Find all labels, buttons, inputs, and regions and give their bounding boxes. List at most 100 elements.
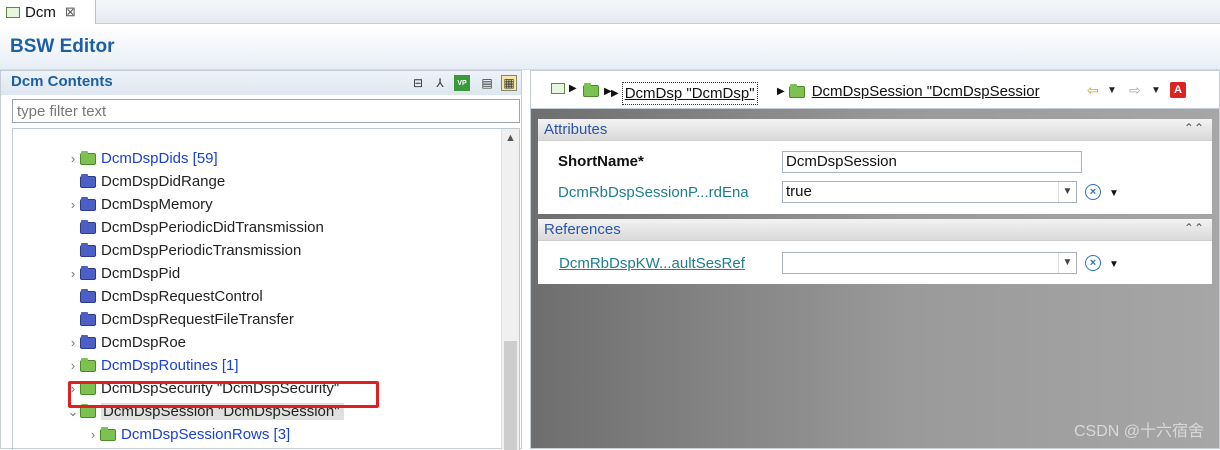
scrollbar-thumb[interactable] xyxy=(504,341,517,450)
contents-panel-title: Dcm Contents xyxy=(11,73,113,90)
shortname-field[interactable]: DcmDspSession xyxy=(782,151,1082,173)
tree-item-label: DcmDspRoe xyxy=(101,334,187,351)
tree-item[interactable]: DcmDspDidRange xyxy=(66,170,225,193)
chevron-right-icon: ▶ xyxy=(777,86,785,97)
tree-item-label: DcmDspRequestFileTransfer xyxy=(101,311,294,328)
tree-item[interactable]: › DcmDspRoe xyxy=(66,331,186,354)
tree-item[interactable]: › DcmDspMemory xyxy=(66,193,213,216)
attributes-section: Attributes ⌃⌃ ShortName* DcmDspSession D… xyxy=(538,119,1212,214)
references-title: References xyxy=(544,221,621,238)
folder-icon xyxy=(80,311,96,326)
editor-title: BSW Editor xyxy=(10,36,115,57)
folder-icon xyxy=(80,288,96,303)
tree-item-label: DcmDspDids [59] xyxy=(101,150,218,167)
folder-icon xyxy=(80,150,96,165)
document-icon[interactable]: ▤ xyxy=(479,75,495,91)
tab-dcm[interactable]: Dcm ⊠ xyxy=(0,0,96,24)
tree-item-label: DcmDspPeriodicDidTransmission xyxy=(101,219,324,236)
validation-error-icon[interactable]: A xyxy=(1170,82,1186,98)
contents-panel: Dcm Contents ⊟ ⅄ VP ▤ ▦ › DcmDspDids [59]… xyxy=(0,70,522,450)
ref-select[interactable]: ▼ xyxy=(782,252,1077,274)
chevron-down-icon[interactable]: ▼ xyxy=(1107,85,1117,96)
reset-default-icon[interactable]: × xyxy=(1085,255,1101,271)
references-header[interactable]: References ⌃⌃ xyxy=(538,219,1212,241)
tree-item[interactable]: DcmDspPeriodicDidTransmission xyxy=(66,216,324,239)
tree-item[interactable]: › DcmDspSessionRows [3] xyxy=(86,423,290,446)
tree-item[interactable]: IVDcmRbDspSessionParamRecordEnabled - tr… xyxy=(86,446,436,450)
scroll-up-icon[interactable]: ▲ xyxy=(505,132,516,144)
tab-label: Dcm xyxy=(25,3,56,21)
module-icon xyxy=(6,6,20,18)
watermark: CSDN @十六宿舍 xyxy=(1073,423,1204,440)
tree-item-label: DcmDspDidRange xyxy=(101,173,226,190)
param-record-enabled-select[interactable]: true ▼ xyxy=(782,181,1077,203)
close-icon[interactable]: ⊠ xyxy=(65,4,76,20)
attributes-header[interactable]: Attributes ⌃⌃ xyxy=(538,119,1212,141)
breadcrumb-folder[interactable]: ▶ xyxy=(583,83,612,97)
tree-item-label: DcmDspMemory xyxy=(101,196,213,213)
breadcrumb-item-box: DcmDsp "DcmDsp" xyxy=(621,82,758,105)
chevron-right-icon[interactable]: › xyxy=(66,335,80,350)
chevron-down-icon[interactable]: ▼ xyxy=(1058,253,1076,273)
chevron-down-icon[interactable]: ▼ xyxy=(1109,188,1119,199)
folder-icon xyxy=(80,242,96,257)
folder-icon xyxy=(80,265,96,280)
breadcrumb-root[interactable]: ▶ xyxy=(551,83,577,94)
tree-item[interactable]: › DcmDspDids [59] xyxy=(66,147,218,170)
tree-item[interactable]: DcmDspRequestFileTransfer xyxy=(66,308,294,331)
folder-icon xyxy=(80,173,96,188)
breadcrumb-item-dcmdsp[interactable]: ▶ DcmDsp "DcmDsp" xyxy=(611,82,758,105)
collapse-icon[interactable]: ⌃⌃ xyxy=(1184,221,1204,235)
vp-res-icon[interactable]: VP xyxy=(454,75,470,91)
breadcrumb-item-label: DcmDsp "DcmDsp" xyxy=(624,85,755,102)
folder-icon xyxy=(80,196,96,211)
breadcrumb-item-label: DcmDspSession "DcmDspSessior xyxy=(811,83,1040,100)
chevron-right-icon[interactable]: › xyxy=(66,358,80,373)
tree-item[interactable]: DcmDspRequestControl xyxy=(66,285,263,308)
tree-item-label: DcmDspSessionRows [3] xyxy=(121,426,291,443)
filter-input[interactable] xyxy=(12,99,520,123)
contents-panel-header: Dcm Contents ⊟ ⅄ VP ▤ ▦ xyxy=(1,71,521,95)
module-icon xyxy=(551,83,565,94)
tree-item-label: DcmDspPid xyxy=(101,265,181,282)
tree-item-label: DcmDspPeriodicTransmission xyxy=(101,242,302,259)
breadcrumb-item-session[interactable]: ▶ DcmDspSession "DcmDspSessior xyxy=(777,83,1040,100)
chevron-down-icon[interactable]: ▼ xyxy=(1058,182,1076,202)
folder-icon xyxy=(100,426,116,441)
folder-icon xyxy=(80,357,96,372)
folder-icon xyxy=(788,83,805,98)
tree-scrollbar[interactable]: ▲ xyxy=(501,129,519,450)
tree-item[interactable]: › DcmDspRoutines [1] xyxy=(66,354,239,377)
tree-item-label: DcmDspRequestControl xyxy=(101,288,263,305)
collapse-all-icon[interactable]: ⊟ xyxy=(410,75,426,91)
tree-item[interactable]: › DcmDspPid xyxy=(66,262,180,285)
attributes-title: Attributes xyxy=(544,121,608,138)
chevron-right-icon[interactable]: › xyxy=(86,427,100,442)
tree-item[interactable]: DcmDspPeriodicTransmission xyxy=(66,239,301,262)
chevron-right-icon[interactable]: › xyxy=(66,266,80,281)
forward-arrow-icon[interactable]: ⇨ xyxy=(1129,82,1141,99)
folder-icon xyxy=(80,334,96,349)
chevron-right-icon: ▶ xyxy=(611,88,619,99)
chevron-right-icon[interactable]: › xyxy=(66,197,80,212)
collapse-icon[interactable]: ⌃⌃ xyxy=(1184,121,1204,135)
grid-icon[interactable]: ▦ xyxy=(501,75,517,91)
editor-header: BSW Editor xyxy=(0,25,1220,70)
param-record-enabled-label[interactable]: DcmRbDspSessionP...rdEna xyxy=(558,184,749,201)
tree-view: › DcmDspDids [59] DcmDspDidRange › DcmDspMem… xyxy=(12,128,520,450)
chevron-right-icon: ▶ xyxy=(569,83,577,94)
link-icon[interactable]: ⅄ xyxy=(432,75,448,91)
breadcrumb: ▶ ▶ ▶ DcmDsp "DcmDsp" ▶ DcmDspSession "D… xyxy=(531,71,1219,109)
tree-item-label: DcmDspRoutines [1] xyxy=(101,357,239,374)
editor-tab-strip: Dcm ⊠ xyxy=(0,0,1220,24)
reset-default-icon[interactable]: × xyxy=(1085,184,1101,200)
chevron-down-icon[interactable]: ▼ xyxy=(1151,85,1161,96)
ref-label[interactable]: DcmRbDspKW...aultSesRef xyxy=(559,255,745,272)
back-arrow-icon[interactable]: ⇦ xyxy=(1087,82,1099,99)
select-value: true xyxy=(786,183,812,200)
references-section: References ⌃⌃ DcmRbDspKW...aultSesRef ▼ … xyxy=(538,219,1212,284)
chevron-right-icon[interactable]: › xyxy=(66,151,80,166)
shortname-label: ShortName* xyxy=(558,153,644,170)
properties-panel: ▶ ▶ ▶ DcmDsp "DcmDsp" ▶ DcmDspSession "D… xyxy=(530,70,1220,449)
chevron-down-icon[interactable]: ▼ xyxy=(1109,259,1119,270)
